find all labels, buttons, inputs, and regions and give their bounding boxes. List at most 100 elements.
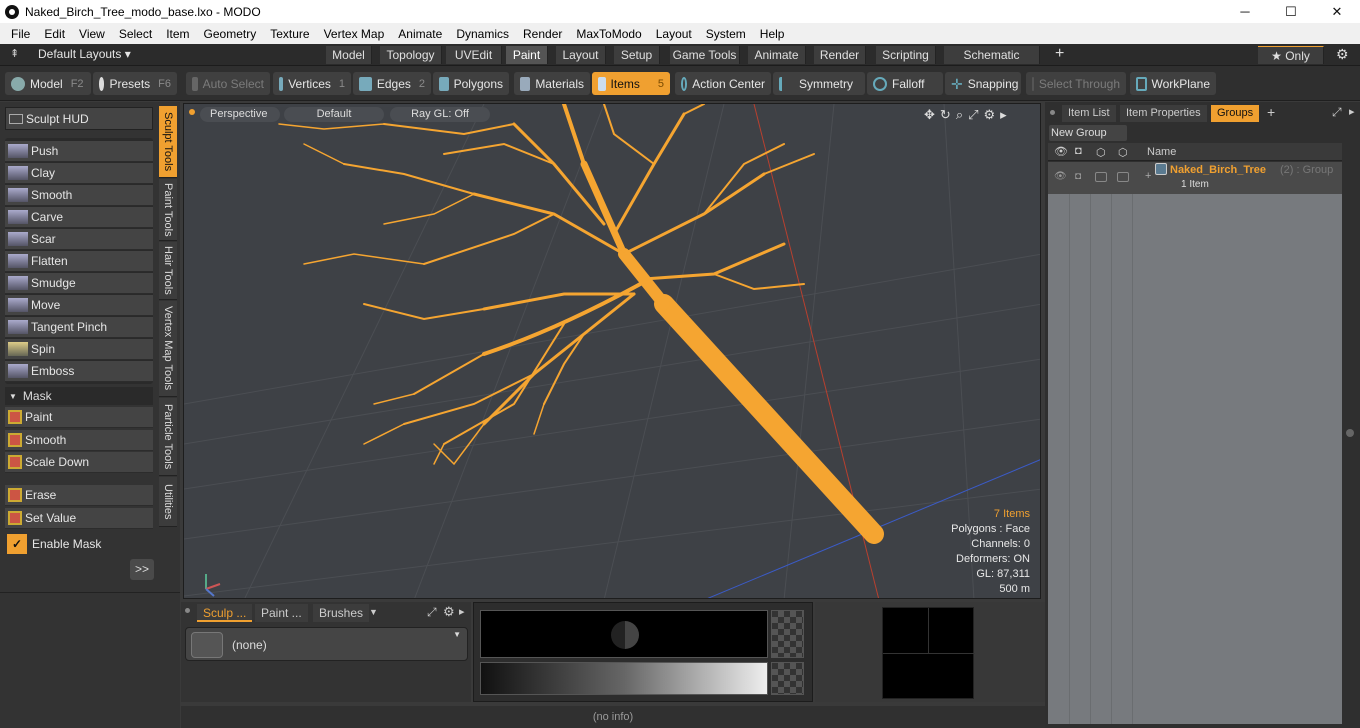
- pan-icon[interactable]: ✥: [924, 107, 935, 123]
- tab-sculpt-presets[interactable]: Sculp ...: [197, 604, 253, 622]
- maximize-button[interactable]: ☐: [1268, 0, 1314, 23]
- group-row-naked-birch-tree[interactable]: 👁 ◘ + Naked_Birch_Tree (2) : Group 1 Ite…: [1048, 162, 1342, 194]
- shading-dropdown[interactable]: Default: [284, 107, 384, 122]
- vtab-paint-tools[interactable]: Paint Tools: [159, 179, 177, 241]
- right-panel-more-icon[interactable]: ▸: [1349, 105, 1355, 118]
- vtab-particle-tools[interactable]: Particle Tools: [159, 398, 177, 476]
- menu-select[interactable]: Select: [112, 27, 159, 41]
- viewport-gear-icon[interactable]: ⚙: [984, 107, 996, 123]
- select-through-button[interactable]: Select Through: [1026, 72, 1126, 95]
- right-panel-expand-icon[interactable]: ⤢: [1332, 105, 1342, 120]
- tool-scar[interactable]: Scar: [5, 229, 153, 250]
- tool-spin[interactable]: Spin: [5, 339, 153, 360]
- tab-render[interactable]: Render: [814, 46, 866, 64]
- row-render-icon[interactable]: ◘: [1075, 171, 1081, 182]
- alpha-swatch[interactable]: [771, 610, 804, 658]
- tab-item-list[interactable]: Item List: [1062, 105, 1116, 122]
- tool-tangent-pinch[interactable]: Tangent Pinch: [5, 317, 153, 338]
- tab-brushes[interactable]: Brushes: [313, 604, 370, 622]
- alpha-swatch-small[interactable]: [771, 662, 804, 695]
- expand-plus-icon[interactable]: +: [1145, 170, 1151, 182]
- raygl-toggle[interactable]: Ray GL: Off: [390, 107, 490, 122]
- menu-layout[interactable]: Layout: [649, 27, 699, 41]
- tool-clay[interactable]: Clay: [5, 163, 153, 184]
- tab-paint-presets[interactable]: Paint ...: [255, 604, 308, 622]
- visibility-eye-icon[interactable]: 👁: [1054, 145, 1068, 158]
- menu-view[interactable]: View: [72, 27, 112, 41]
- vtab-vertex-map-tools[interactable]: Vertex Map Tools: [159, 301, 177, 397]
- tab-model[interactable]: Model: [326, 46, 372, 64]
- tab-layout[interactable]: Layout: [556, 46, 606, 64]
- panel-expand-icon[interactable]: ⤢: [427, 605, 437, 620]
- snapping-button[interactable]: ✛ Snapping: [945, 72, 1021, 95]
- tool-smudge[interactable]: Smudge: [5, 273, 153, 294]
- menu-texture[interactable]: Texture: [263, 27, 316, 41]
- rotate-icon[interactable]: ↻: [940, 107, 951, 123]
- groups-list-body[interactable]: [1048, 194, 1342, 724]
- menu-animate[interactable]: Animate: [391, 27, 449, 41]
- vtab-utilities[interactable]: Utilities: [159, 477, 177, 527]
- tab-setup[interactable]: Setup: [614, 46, 660, 64]
- only-toggle[interactable]: ★ Only: [1258, 46, 1324, 64]
- tab-topology[interactable]: Topology: [380, 46, 442, 64]
- tab-schematic-fusion[interactable]: Schematic Fusion: [944, 46, 1040, 80]
- workplane-button[interactable]: WorkPlane: [1130, 72, 1216, 95]
- tool-push[interactable]: Push: [5, 141, 153, 162]
- auto-select-button[interactable]: Auto Select: [186, 72, 270, 95]
- new-group-button[interactable]: New Group: [1049, 125, 1127, 141]
- close-button[interactable]: ✕: [1314, 0, 1360, 23]
- minimize-button[interactable]: ─: [1222, 0, 1268, 23]
- row-visibility-eye-icon[interactable]: 👁: [1054, 171, 1067, 182]
- action-center-button[interactable]: Action Center: [675, 72, 771, 95]
- vtab-hair-tools[interactable]: Hair Tools: [159, 242, 177, 300]
- menu-system[interactable]: System: [699, 27, 753, 41]
- tabs-dropdown-icon[interactable]: ▼: [369, 607, 378, 617]
- row-lock-box[interactable]: [1095, 172, 1107, 182]
- tab-scripting[interactable]: Scripting: [876, 46, 936, 64]
- polygons-button[interactable]: Polygons: [433, 72, 509, 95]
- model-mode-button[interactable]: Model F2: [5, 72, 91, 95]
- menu-item[interactable]: Item: [159, 27, 196, 41]
- vtab-sculpt-tools[interactable]: Sculpt Tools: [159, 106, 177, 178]
- materials-button[interactable]: Materials: [514, 72, 590, 95]
- panel-more-icon[interactable]: ▸: [459, 605, 465, 618]
- sculpt-hud-button[interactable]: Sculpt HUD: [5, 107, 153, 130]
- tool-emboss[interactable]: Emboss: [5, 361, 153, 382]
- collapse-arrow-icon[interactable]: ⇞: [10, 47, 19, 60]
- add-tab-button[interactable]: +: [1055, 45, 1064, 63]
- tool-flatten[interactable]: Flatten: [5, 251, 153, 272]
- scroll-handle[interactable]: [1346, 429, 1354, 437]
- gradient-ramp[interactable]: [480, 662, 768, 695]
- menu-dynamics[interactable]: Dynamics: [449, 27, 516, 41]
- tab-animate[interactable]: Animate: [748, 46, 806, 64]
- panel-menu-dot-icon[interactable]: [185, 608, 190, 613]
- gear-icon[interactable]: ⚙: [1336, 46, 1349, 63]
- panel-gear-icon[interactable]: ⚙: [443, 604, 455, 620]
- mask-tool-smooth[interactable]: Smooth: [5, 430, 153, 451]
- tab-uvedit[interactable]: UVEdit: [446, 46, 502, 64]
- brush-color-preview[interactable]: [480, 610, 768, 658]
- perspective-dropdown[interactable]: Perspective: [200, 107, 280, 122]
- preset-selector[interactable]: (none) ▼: [185, 627, 468, 661]
- falloff-button[interactable]: Falloff: [867, 72, 943, 95]
- tool-carve[interactable]: Carve: [5, 207, 153, 228]
- zoom-icon[interactable]: ⌕: [956, 107, 963, 123]
- tab-game-tools[interactable]: Game Tools: [670, 46, 740, 64]
- viewport-more-icon[interactable]: ▸: [1000, 107, 1007, 123]
- lock-icon[interactable]: ⬡: [1096, 146, 1106, 159]
- mask-tool-set-value[interactable]: Set Value: [5, 508, 153, 529]
- viewport-menu-dot-icon[interactable]: [189, 109, 195, 115]
- menu-vertex-map[interactable]: Vertex Map: [317, 27, 392, 41]
- presets-button[interactable]: Presets F6: [93, 72, 177, 95]
- name-column-header[interactable]: Name: [1147, 146, 1176, 158]
- tab-item-properties[interactable]: Item Properties: [1120, 105, 1207, 122]
- enable-mask-checkbox[interactable]: ✓ Enable Mask: [7, 534, 101, 554]
- mask-tool-erase[interactable]: Erase: [5, 485, 153, 506]
- row-select-box[interactable]: [1117, 172, 1129, 182]
- items-button[interactable]: Items 5: [592, 72, 670, 95]
- menu-file[interactable]: File: [4, 27, 37, 41]
- symmetry-button[interactable]: Symmetry: [773, 72, 865, 95]
- menu-geometry[interactable]: Geometry: [197, 27, 264, 41]
- mask-tool-paint[interactable]: Paint: [5, 407, 153, 428]
- default-layouts-dropdown[interactable]: Default Layouts ▾: [38, 47, 131, 61]
